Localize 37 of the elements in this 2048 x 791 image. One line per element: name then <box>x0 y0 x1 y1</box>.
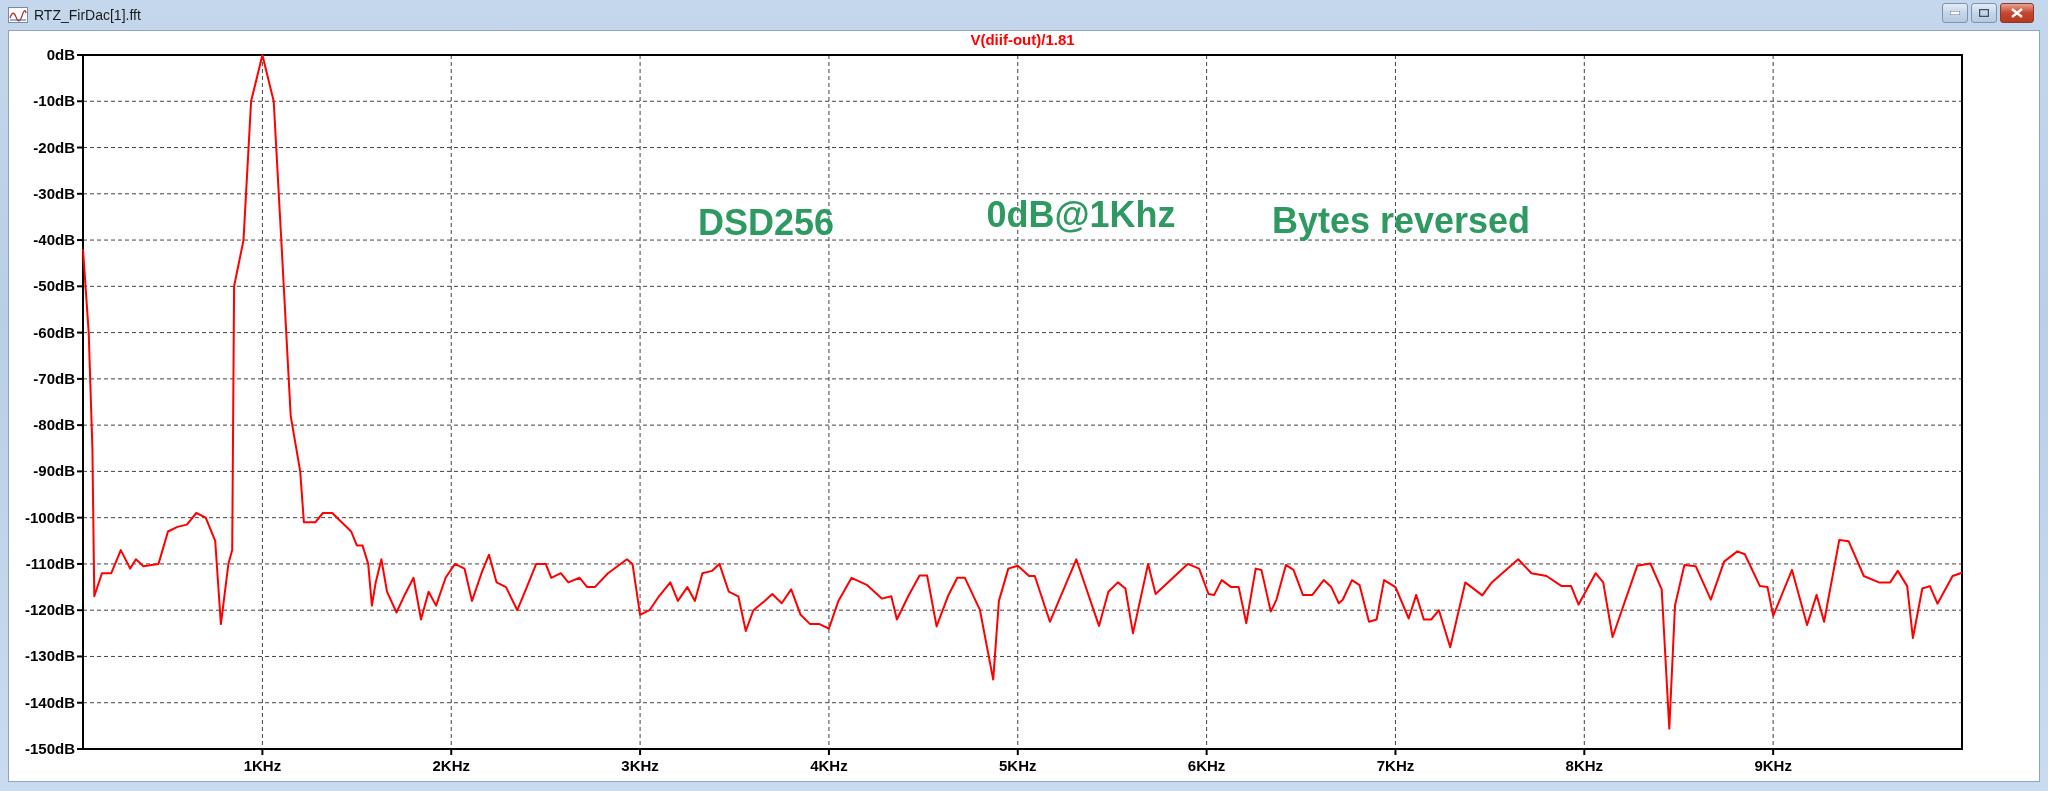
y-axis-label: -80dB <box>33 416 75 434</box>
y-axis-label: -150dB <box>24 740 75 757</box>
y-axis-label: -30dB <box>33 184 75 202</box>
minimize-button[interactable] <box>1942 3 1968 23</box>
y-axis-label: -20dB <box>33 138 75 156</box>
x-axis-label: 5KHz <box>999 757 1037 774</box>
trace-name: V(diif-out)/1.81 <box>970 31 1075 48</box>
waveform-app-icon <box>8 7 28 23</box>
close-icon <box>2011 8 2023 18</box>
annotation-text: Bytes reversed <box>1271 200 1531 241</box>
y-axis-label: -130dB <box>24 647 75 665</box>
x-axis-label: 7KHz <box>1376 757 1415 774</box>
y-axis-label: -90dB <box>33 462 75 480</box>
window-title: RTZ_FirDac[1].fft <box>34 7 142 23</box>
y-axis-label: -100dB <box>24 508 75 526</box>
y-axis-label: -40dB <box>33 231 75 249</box>
y-axis-label: -50dB <box>33 277 75 295</box>
y-axis-label: -60dB <box>33 323 75 341</box>
maximize-icon <box>1979 9 1989 17</box>
x-axis-label: 2KHz <box>432 757 470 774</box>
y-axis-label: -110dB <box>25 554 75 572</box>
x-axis-label: 3KHz <box>621 757 659 774</box>
x-axis-label: 4KHz <box>810 757 848 774</box>
close-button[interactable] <box>2000 3 2034 23</box>
x-axis-label: 8KHz <box>1565 757 1604 774</box>
y-axis-label: -120dB <box>24 601 75 619</box>
annotation-text: 0dB@1Khz <box>986 194 1176 235</box>
x-axis-label: 1KHz <box>243 757 282 774</box>
y-axis-label: 0dB <box>46 46 75 63</box>
x-axis-label: 6KHz <box>1187 757 1226 774</box>
y-axis-label: -70dB <box>33 369 75 387</box>
maximize-button[interactable] <box>1971 3 1997 23</box>
minimize-icon <box>1950 11 1960 15</box>
y-axis-label: -140dB <box>24 693 75 711</box>
annotation-text: DSD256 <box>697 202 835 243</box>
x-axis-label: 9KHz <box>1754 757 1792 774</box>
y-axis-label: -10dB <box>33 92 75 110</box>
